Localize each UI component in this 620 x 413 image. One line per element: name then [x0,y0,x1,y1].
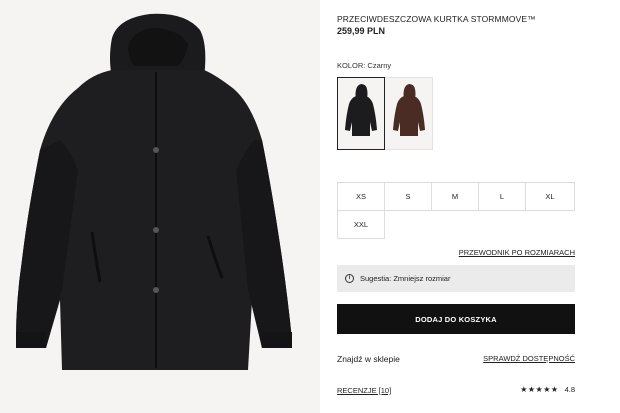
product-price: 259,99 PLN [337,26,386,36]
rating: ★★★★★ 4.8 [520,385,575,394]
info-icon: i [345,274,354,283]
check-availability-link[interactable]: SPRAWDŹ DOSTĘPNOŚĆ [483,354,575,363]
product-image [0,0,320,413]
color-swatch-brown[interactable] [385,77,433,150]
star-rating-icon: ★★★★★ [520,385,559,394]
color-label: KOLOR: Czarny [337,61,392,70]
size-option-xs[interactable]: XS [337,182,385,211]
suggestion-text: Sugestia: Zmniejsz rozmiar [360,274,451,283]
add-to-cart-button[interactable]: DODAJ DO KOSZYKA [337,304,575,334]
size-option-xl[interactable]: XL [525,182,575,211]
size-option-l[interactable]: L [478,182,526,211]
jacket-illustration [16,13,292,370]
rating-value: 4.8 [564,385,575,394]
color-swatch-black[interactable] [337,77,385,150]
size-suggestion-banner: i Sugestia: Zmniejsz rozmiar [337,265,575,292]
reviews-link[interactable]: RECENZJE [10] [337,386,391,395]
black-jacket-thumbnail [345,84,377,136]
find-in-store-label: Znajdź w sklepie [337,354,400,364]
size-guide-link[interactable]: PRZEWODNIK PO ROZMIARACH [459,248,575,257]
size-option-xxl[interactable]: XXL [337,210,385,239]
size-option-m[interactable]: M [431,182,479,211]
product-title: PRZECIWDESZCZOWA KURTKA STORMMOVE™ [337,14,536,24]
brown-jacket-thumbnail [393,84,425,136]
size-option-s[interactable]: S [384,182,432,211]
